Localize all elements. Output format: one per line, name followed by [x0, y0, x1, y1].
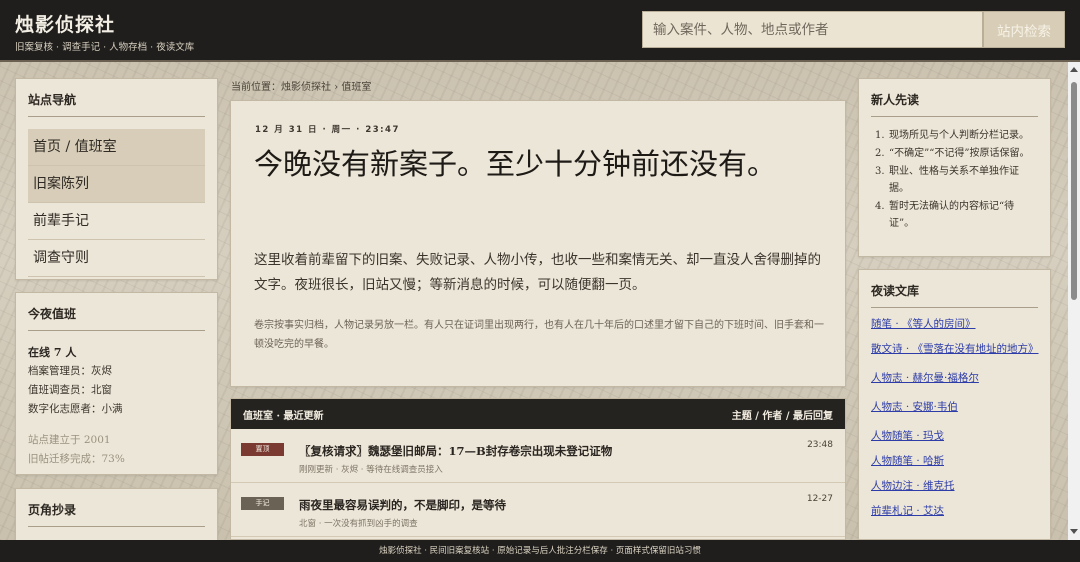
- scroll-thumb[interactable]: [1071, 82, 1077, 300]
- update-row[interactable]: 置顶 〖复核请求〗魏瑟堡旧邮局：17—B封存卷宗出现未登记证物 刚刚更新 · 灰…: [231, 429, 845, 483]
- guide-title: 新人先读: [871, 79, 1038, 117]
- hero-panel: 12 月 31 日 · 周一 · 23:47 今晚没有新案子。至少十分钟前还没有…: [230, 100, 846, 387]
- duty-muted-line: 旧帖迁移完成：73%: [28, 453, 125, 465]
- hero-title: 今晚没有新案子。至少十分钟前还没有。: [254, 147, 777, 181]
- updates-columns: 主题 / 作者 / 最后回复: [731, 410, 833, 422]
- nav-title: 站点导航: [28, 79, 205, 117]
- updates-header: 值班室 · 最近更新 主题 / 作者 / 最后回复: [231, 399, 845, 429]
- guide-list: 1. 现场所见与个人判断分栏记录。 2. “不确定”“不记得”按原话保留。 3. 职业…: [859, 117, 1050, 232]
- breadcrumb: 当前位置：烛影侦探社 › 值班室: [231, 82, 372, 93]
- search-button[interactable]: 站内检索: [983, 11, 1065, 48]
- update-meta: 刚刚更新 · 灰烬 · 等待在线调查员接入: [299, 465, 443, 475]
- night-library-panel: 夜读文库 随笔 · 《等人的房间》 散文诗 · 《雪落在没有地址的地方》 人物志…: [858, 269, 1051, 540]
- update-meta: 北窗 · 一次没有抓到凶手的调查: [299, 519, 418, 529]
- nav-item-notes[interactable]: 前辈手记: [28, 203, 205, 240]
- library-link[interactable]: 散文诗 · 《雪落在没有地址的地方》: [871, 341, 1039, 356]
- hero-lede: 这里收着前辈留下的旧案、失败记录、人物小传，也收一些和案情无关、却一直没人舍得删…: [254, 252, 821, 293]
- duty-muted-line: 站点建立于 2001: [28, 434, 111, 446]
- update-row[interactable]: 手记 雨夜里最容易误判的，不是脚印，是等待 北窗 · 一次没有抓到凶手的调查 1…: [231, 483, 845, 537]
- subnav-item[interactable]: 调查手记: [62, 42, 100, 53]
- hero-note: 卷宗按事实归档，人物记录另放一栏。有人只在证词里出现两行，也有人在几十年后的口述…: [254, 320, 824, 350]
- search-input[interactable]: [642, 11, 983, 48]
- header-subnav: 旧案复核 · 调查手记 · 人物存档 · 夜读文库: [15, 42, 195, 53]
- library-link[interactable]: 人物随笔 · 玛戈: [871, 428, 1038, 443]
- scroll-up-arrow-icon[interactable]: [1070, 67, 1078, 72]
- library-link[interactable]: 前辈札记 · 艾达: [871, 503, 1038, 518]
- update-title[interactable]: 雨夜里最容易误判的，不是脚印，是等待: [299, 497, 506, 513]
- nav-list: 首页 / 值班室 旧案陈列 前辈手记 调查守则: [28, 129, 205, 277]
- newcomer-guide-panel: 新人先读 1. 现场所见与个人判断分栏记录。 2. “不确定”“不记得”按原话保留。…: [858, 78, 1051, 257]
- library-links: 随笔 · 《等人的房间》 散文诗 · 《雪落在没有地址的地方》 人物志 · 赫尔…: [859, 308, 1050, 518]
- corner-title: 页角抄录: [28, 489, 205, 527]
- library-link[interactable]: 人物志 · 安娜·韦伯: [871, 399, 1038, 414]
- site-logo[interactable]: 烛影侦探社: [15, 10, 115, 37]
- duty-panel: 今夜值班 在线 7 人 档案管理员：灰烬 值班调查员：北窗 数字化志愿者：小满 …: [15, 292, 218, 475]
- site-nav-panel: 站点导航 首页 / 值班室 旧案陈列 前辈手记 调查守则: [15, 78, 218, 280]
- site-footer: 烛影侦探社 · 民间旧案复核站 · 原始记录与后人批注分栏保存 · 页面样式保留…: [0, 540, 1080, 562]
- pinned-badge: 置顶: [241, 443, 284, 456]
- duty-line: 数字化志愿者：小满: [28, 403, 123, 415]
- update-time: 23:48: [807, 440, 833, 450]
- subnav-item[interactable]: 旧案复核: [15, 42, 53, 53]
- page-scrollbar[interactable]: [1068, 62, 1080, 540]
- update-time: 12-27: [806, 494, 833, 504]
- update-title[interactable]: 〖复核请求〗魏瑟堡旧邮局：17—B封存卷宗出现未登记证物: [299, 443, 612, 459]
- scroll-down-arrow-icon[interactable]: [1070, 529, 1078, 534]
- corner-panel: 页角抄录 一些旧帖没有标记，只是写着他们的名字: [15, 488, 218, 548]
- site-header: 烛影侦探社 旧案复核· 调查手记· 人物存档· 夜读文库 站内检索: [0, 0, 1080, 62]
- nav-item-archive[interactable]: 旧案陈列: [28, 166, 205, 203]
- guide-item: 2. “不确定”“不记得”按原话保留。: [875, 148, 1030, 159]
- guide-item: 3. 职业、性格与关系不单独作证据。: [875, 166, 1019, 194]
- subnav-item[interactable]: 夜读文库: [156, 42, 194, 53]
- library-link[interactable]: 随笔 · 《等人的房间》: [871, 316, 1038, 331]
- subnav-item[interactable]: 人物存档: [109, 42, 147, 53]
- duty-body: 在线 7 人 档案管理员：灰烬 值班调查员：北窗 数字化志愿者：小满 站点建立于…: [16, 331, 217, 469]
- guide-item: 1. 现场所见与个人判断分栏记录。: [875, 130, 1029, 141]
- library-link[interactable]: 人物边注 · 维克托: [871, 478, 1038, 493]
- duty-title: 今夜值班: [28, 293, 205, 331]
- guide-item: 4. 暂时无法确认的内容标记“待证”。: [875, 201, 1015, 229]
- library-link[interactable]: 人物志 · 赫尔曼·福格尔: [871, 370, 1038, 385]
- notes-badge: 手记: [241, 497, 284, 510]
- nav-item-home[interactable]: 首页 / 值班室: [28, 129, 205, 166]
- duty-online-count: 在线 7 人: [28, 346, 77, 359]
- duty-line: 档案管理员：灰烬: [28, 365, 112, 377]
- updates-title: 值班室 · 最近更新: [243, 410, 324, 422]
- library-link[interactable]: 人物随笔 · 哈斯: [871, 453, 1038, 468]
- duty-line: 值班调查员：北窗: [28, 384, 112, 396]
- updates-panel: 值班室 · 最近更新 主题 / 作者 / 最后回复 置顶 〖复核请求〗魏瑟堡旧邮…: [230, 398, 846, 540]
- library-title: 夜读文库: [871, 270, 1038, 308]
- hero-date: 12 月 31 日 · 周一 · 23:47: [255, 125, 400, 135]
- nav-item-rules[interactable]: 调查守则: [28, 240, 205, 277]
